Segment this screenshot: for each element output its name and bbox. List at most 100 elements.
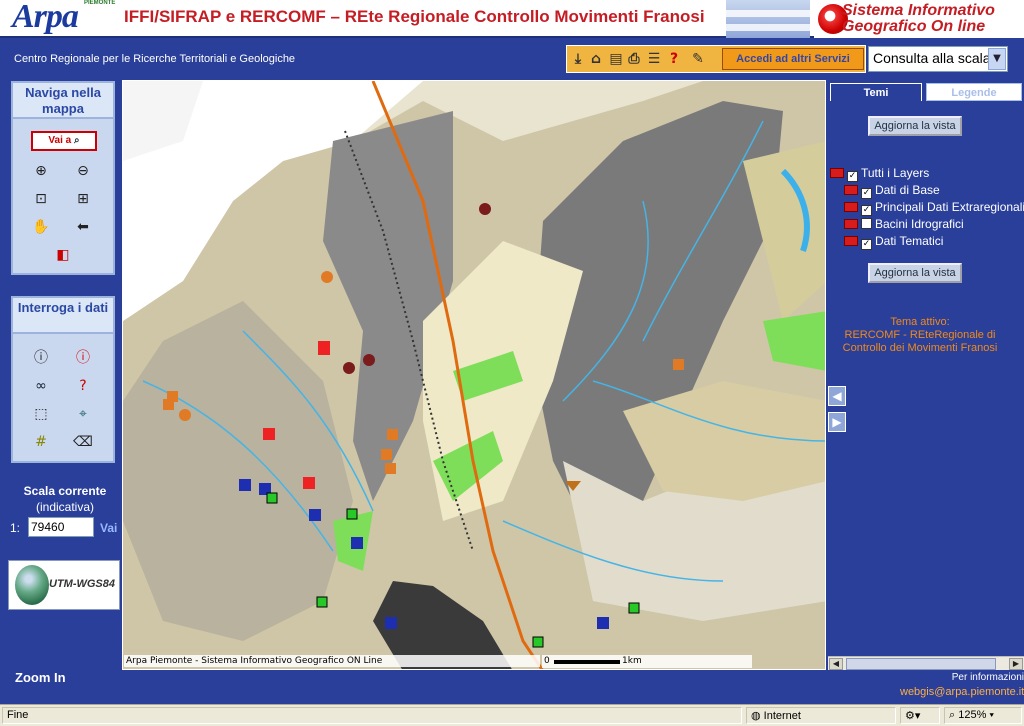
zoom-value: 125% xyxy=(958,709,987,721)
goto-button-label: Vai a xyxy=(48,135,72,146)
organization-name: Centro Regionale per le Ricerche Territo… xyxy=(14,53,296,65)
scroll-left-icon[interactable]: ◀ xyxy=(829,658,843,670)
scale-bar-start: 0 xyxy=(544,656,550,666)
select-area-icon[interactable]: ⬚ xyxy=(31,404,51,424)
active-theme-name: RERCOMF - REteRegionale di Controllo dei… xyxy=(842,329,998,354)
layers-icon[interactable]: ☰ xyxy=(645,49,663,69)
measure-grid-icon[interactable]: # xyxy=(31,432,51,452)
pan-hand-icon[interactable]: ✋ xyxy=(31,217,51,237)
scale-bar-end: 1km xyxy=(622,656,642,666)
tab-legende[interactable]: Legende xyxy=(926,83,1022,101)
query-form-icon[interactable]: ? xyxy=(73,376,93,396)
map-credit: Arpa Piemonte - Sistema Informativo Geog… xyxy=(124,655,540,667)
query-panel-title: Interroga i dati xyxy=(13,298,113,334)
map-scale-bar: 0 1km xyxy=(542,655,752,668)
search-icon: ⌕ xyxy=(73,135,80,146)
security-zone: ◍ Internet xyxy=(746,707,896,724)
status-text: Fine xyxy=(2,707,742,724)
help-icon[interactable]: ? xyxy=(665,49,683,69)
current-tool-status: Zoom In xyxy=(15,670,66,685)
zoom-in-icon[interactable]: ⊕ xyxy=(31,161,51,181)
binoculars-icon[interactable]: ∞ xyxy=(31,376,51,396)
refresh-view-button-bottom[interactable]: Aggiorna la vista xyxy=(868,263,962,283)
layer-item-base[interactable]: ✓ Dati di Base xyxy=(828,183,1024,200)
chevron-down-icon[interactable]: ▼ xyxy=(988,48,1006,70)
back-arrow-icon[interactable]: ⬅ xyxy=(73,217,93,237)
globe-icon xyxy=(15,565,49,605)
panel-horizontal-scrollbar[interactable]: ◀ ▶ xyxy=(828,656,1024,670)
scroll-thumb[interactable] xyxy=(846,658,996,670)
navigation-panel: Naviga nella mappa Vai a ⌕ ⊕ ⊖ ⊡ ⊞ ✋ ⬅ ◧ xyxy=(11,81,115,275)
overview-icon[interactable]: ◧ xyxy=(53,245,73,265)
layer-tree: ✓ Tutti i Layers ✓ Dati di Base ✓ Principal… xyxy=(828,166,1024,251)
edit-icon[interactable]: ✎ xyxy=(689,49,707,69)
layer-label: Dati Tematici xyxy=(875,234,944,248)
select-feature-icon[interactable]: ⌖ xyxy=(73,404,93,424)
info-red-icon[interactable]: ⓘ xyxy=(73,348,93,368)
projection-badge: UTM-WGS84 xyxy=(8,560,120,610)
protected-mode-icon[interactable]: ⚙▾ xyxy=(900,707,940,724)
active-theme-label: Tema attivo: xyxy=(890,316,950,328)
download-icon[interactable]: ⤓ xyxy=(569,49,587,69)
arrow-left-icon[interactable]: ◀ xyxy=(828,386,846,406)
active-theme: Tema attivo: RERCOMF - REteRegionale di … xyxy=(834,316,1006,355)
layer-item-all[interactable]: ✓ Tutti i Layers xyxy=(828,166,1024,183)
arrow-right-icon[interactable]: ▶ xyxy=(828,412,846,432)
query-panel: Interroga i dati ⓘ ⓘ ∞ ? ⬚ ⌖ # ⌫ xyxy=(11,296,115,463)
scale-go-link[interactable]: Vai xyxy=(100,521,117,535)
logo-subtext: PIEMONTE xyxy=(84,0,116,6)
folder-icon[interactable] xyxy=(844,236,858,246)
footer-info: Per informazioni xyxy=(951,672,1024,683)
footer-email-link[interactable]: webgis@arpa.piemonte.it xyxy=(900,686,1024,698)
layer-checkbox[interactable]: ✓ xyxy=(847,171,858,182)
layer-label: Dati di Base xyxy=(875,183,940,197)
folder-icon[interactable] xyxy=(844,185,858,195)
scale-input[interactable]: 79460 xyxy=(28,517,94,537)
print-icon[interactable]: ▤ xyxy=(607,49,625,69)
layer-label: Bacini Idrografici xyxy=(875,217,964,231)
layer-label: Tutti i Layers xyxy=(861,166,930,180)
info-black-icon[interactable]: ⓘ xyxy=(31,348,51,368)
scale-title: Scala corrente xyxy=(23,484,107,498)
sig-logo: Sistema Informativo Geografico On line xyxy=(814,0,1024,38)
goto-button[interactable]: Vai a ⌕ xyxy=(31,131,97,151)
map-canvas[interactable] xyxy=(122,80,826,670)
layer-checkbox[interactable]: ✓ xyxy=(861,205,872,216)
arpa-logo[interactable]: Arpa PIEMONTE xyxy=(8,0,120,38)
zoom-level[interactable]: ⌕ 125% ▾ xyxy=(944,707,1022,724)
folder-icon[interactable] xyxy=(844,202,858,212)
zone-label: Internet xyxy=(763,710,801,722)
refresh-view-button-top[interactable]: Aggiorna la vista xyxy=(868,116,962,136)
eraser-icon[interactable]: ⌫ xyxy=(73,432,93,452)
scale-select-value: Consulta alla scala xyxy=(873,50,991,66)
layer-label: Principali Dati Extraregionali xyxy=(875,200,1024,214)
other-services-button[interactable]: Accedi ad altri Servizi xyxy=(722,48,864,70)
layer-checkbox[interactable] xyxy=(861,218,872,229)
zoom-window-icon[interactable]: ⊡ xyxy=(31,189,51,209)
print-map-icon[interactable]: ⎙ xyxy=(625,49,643,69)
layer-item-extraregional[interactable]: ✓ Principali Dati Extraregionali xyxy=(828,200,1024,217)
zoom-full-icon[interactable]: ⊞ xyxy=(73,189,93,209)
scale-select[interactable]: Consulta alla scala ▼ xyxy=(868,46,1008,72)
home-icon[interactable]: ⌂ xyxy=(587,49,605,69)
navigation-panel-title: Naviga nella mappa xyxy=(13,83,113,119)
zoom-out-icon[interactable]: ⊖ xyxy=(73,161,93,181)
projection-label: UTM-WGS84 xyxy=(49,578,115,590)
layer-item-basins[interactable]: Bacini Idrografici xyxy=(828,217,1024,234)
folder-icon[interactable] xyxy=(844,219,858,229)
layer-item-thematic[interactable]: ✓ Dati Tematici xyxy=(828,234,1024,251)
app-title: IFFI/SIFRAP e RERCOMF – REte Regionale C… xyxy=(124,7,705,26)
browser-status-bar: Fine ◍ Internet ⚙▾ ⌕ 125% ▾ xyxy=(0,704,1024,726)
header-banner-image xyxy=(726,0,810,38)
tab-temi[interactable]: Temi xyxy=(830,83,922,101)
layer-checkbox[interactable]: ✓ xyxy=(861,239,872,250)
app-header: Arpa PIEMONTE IFFI/SIFRAP e RERCOMF – RE… xyxy=(0,0,1024,38)
layer-checkbox[interactable]: ✓ xyxy=(861,188,872,199)
scale-prefix: 1: xyxy=(10,521,21,535)
panel-tabs: Temi Legende xyxy=(830,83,1024,101)
folder-icon[interactable] xyxy=(830,168,844,178)
map-image xyxy=(123,81,825,669)
scroll-right-icon[interactable]: ▶ xyxy=(1009,658,1023,670)
scale-bar-line xyxy=(554,660,620,664)
scale-subtitle: (indicativa) xyxy=(35,500,95,514)
